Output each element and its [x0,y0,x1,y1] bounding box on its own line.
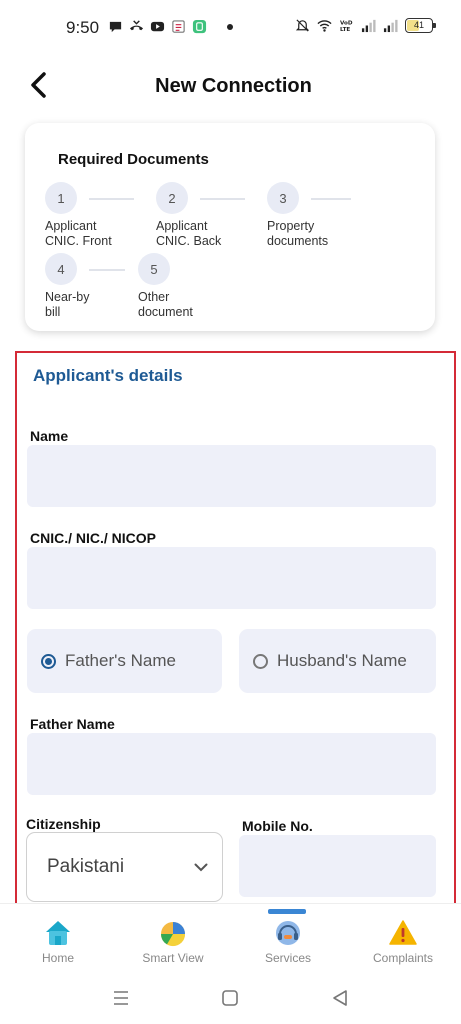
step-label: Property documents [267,219,329,248]
section-title: Applicant's details [33,366,183,385]
step-label: Applicant CNIC. Front [45,219,112,248]
menu-lines-icon [114,991,128,1005]
cnic-label: CNIC./ NIC./ NICOP [30,530,157,546]
more-notifications-dot [227,23,233,30]
svg-text:LTE: LTE [340,27,350,33]
step-label: Other document [138,290,193,319]
step-label: Applicant CNIC. Back [156,219,222,248]
battery-cap [433,23,436,28]
step-connector [89,269,125,271]
nav-label: Home [41,951,74,965]
triangle-back-icon [333,990,347,1006]
radio-unselected-icon [253,653,268,669]
system-navigation-bar [0,975,461,1024]
step-connector [200,198,245,200]
document-step-3[interactable]: 3 Property documents [267,182,351,249]
status-time: 9:50 [66,18,100,37]
radio-dot [45,657,52,665]
name-input[interactable] [27,445,436,507]
youtube-icon [150,21,165,32]
notification-icons [108,19,233,34]
name-label: Name [30,428,69,444]
system-status-icons: VoD LTE 41 [295,18,436,33]
nav-services[interactable]: Services [233,918,343,965]
applicant-details-section: Applicant's details Name CNIC./ NIC./ NI… [15,351,456,905]
chat-bubble-icon [109,21,122,33]
mobile-input[interactable] [239,835,436,897]
step-connector [311,198,351,200]
citizenship-value: Pakistani [47,856,125,877]
father-name-input[interactable] [27,733,436,795]
mobile-label: Mobile No. [242,818,313,834]
document-step-2[interactable]: 2 Applicant CNIC. Back [156,182,245,249]
missed-call-icon [129,20,144,31]
step-number: 1 [45,182,77,214]
step-number: 3 [267,182,299,214]
warning-icon [389,920,417,945]
nav-complaints[interactable]: Complaints [348,918,458,965]
signal-strength-icon [361,19,376,33]
mute-bell-icon [295,19,310,32]
page-title: New Connection [155,75,312,97]
battery-icon: 41 [405,18,436,33]
required-documents-card: Required Documents 1 Applicant CNIC. Fro… [25,123,435,331]
citizenship-select[interactable]: Pakistani [26,832,223,902]
square-icon [222,990,238,1006]
chevron-down-icon [194,863,208,871]
back-system-button[interactable] [329,987,351,1009]
wifi-icon [317,20,332,32]
step-number: 5 [138,253,170,285]
citizenship-label: Citizenship [26,816,101,832]
app-green-icon [192,19,207,34]
headset-icon [276,921,300,945]
volte-icon: VoDLTE [340,21,353,33]
active-tab-indicator [268,909,306,914]
home-system-button[interactable] [219,987,241,1009]
nav-label: Services [264,951,311,965]
document-step-5[interactable]: 5 Other document [138,253,193,320]
father-name-label: Father Name [30,716,115,732]
home-icon [46,921,70,945]
step-number: 2 [156,182,188,214]
husbands-name-option: Husband's Name [277,651,407,670]
status-bar: 9:50 VoD LTE 41 [0,0,461,56]
step-connector [89,198,134,200]
step-number: 4 [45,253,77,285]
document-step-1[interactable]: 1 Applicant CNIC. Front [45,182,134,249]
husbands-name-radio[interactable]: Husband's Name [239,629,436,693]
pie-chart-icon [161,922,185,947]
svg-text:VoD: VoD [340,21,353,27]
radio-selected-icon [41,653,56,669]
calendar-app-icon [172,20,185,33]
fathers-name-option: Father's Name [65,651,176,670]
step-label: Near-by bill [45,290,90,319]
fathers-name-radio[interactable]: Father's Name [27,629,222,693]
app-header: New Connection [0,56,461,116]
documents-title: Required Documents [58,151,209,168]
nav-smart-view[interactable]: Smart View [118,918,228,965]
bottom-navigation: Home Smart View Services Complaints [0,903,461,973]
recent-apps-button[interactable] [110,987,132,1009]
document-step-4[interactable]: 4 Near-by bill [45,253,125,320]
nav-label: Complaints [372,951,434,965]
nav-home[interactable]: Home [3,918,113,965]
nav-label: Smart View [142,951,204,965]
battery-level: 41 [413,20,424,30]
cnic-input[interactable] [27,547,436,609]
signal-strength-2-icon [383,19,398,33]
